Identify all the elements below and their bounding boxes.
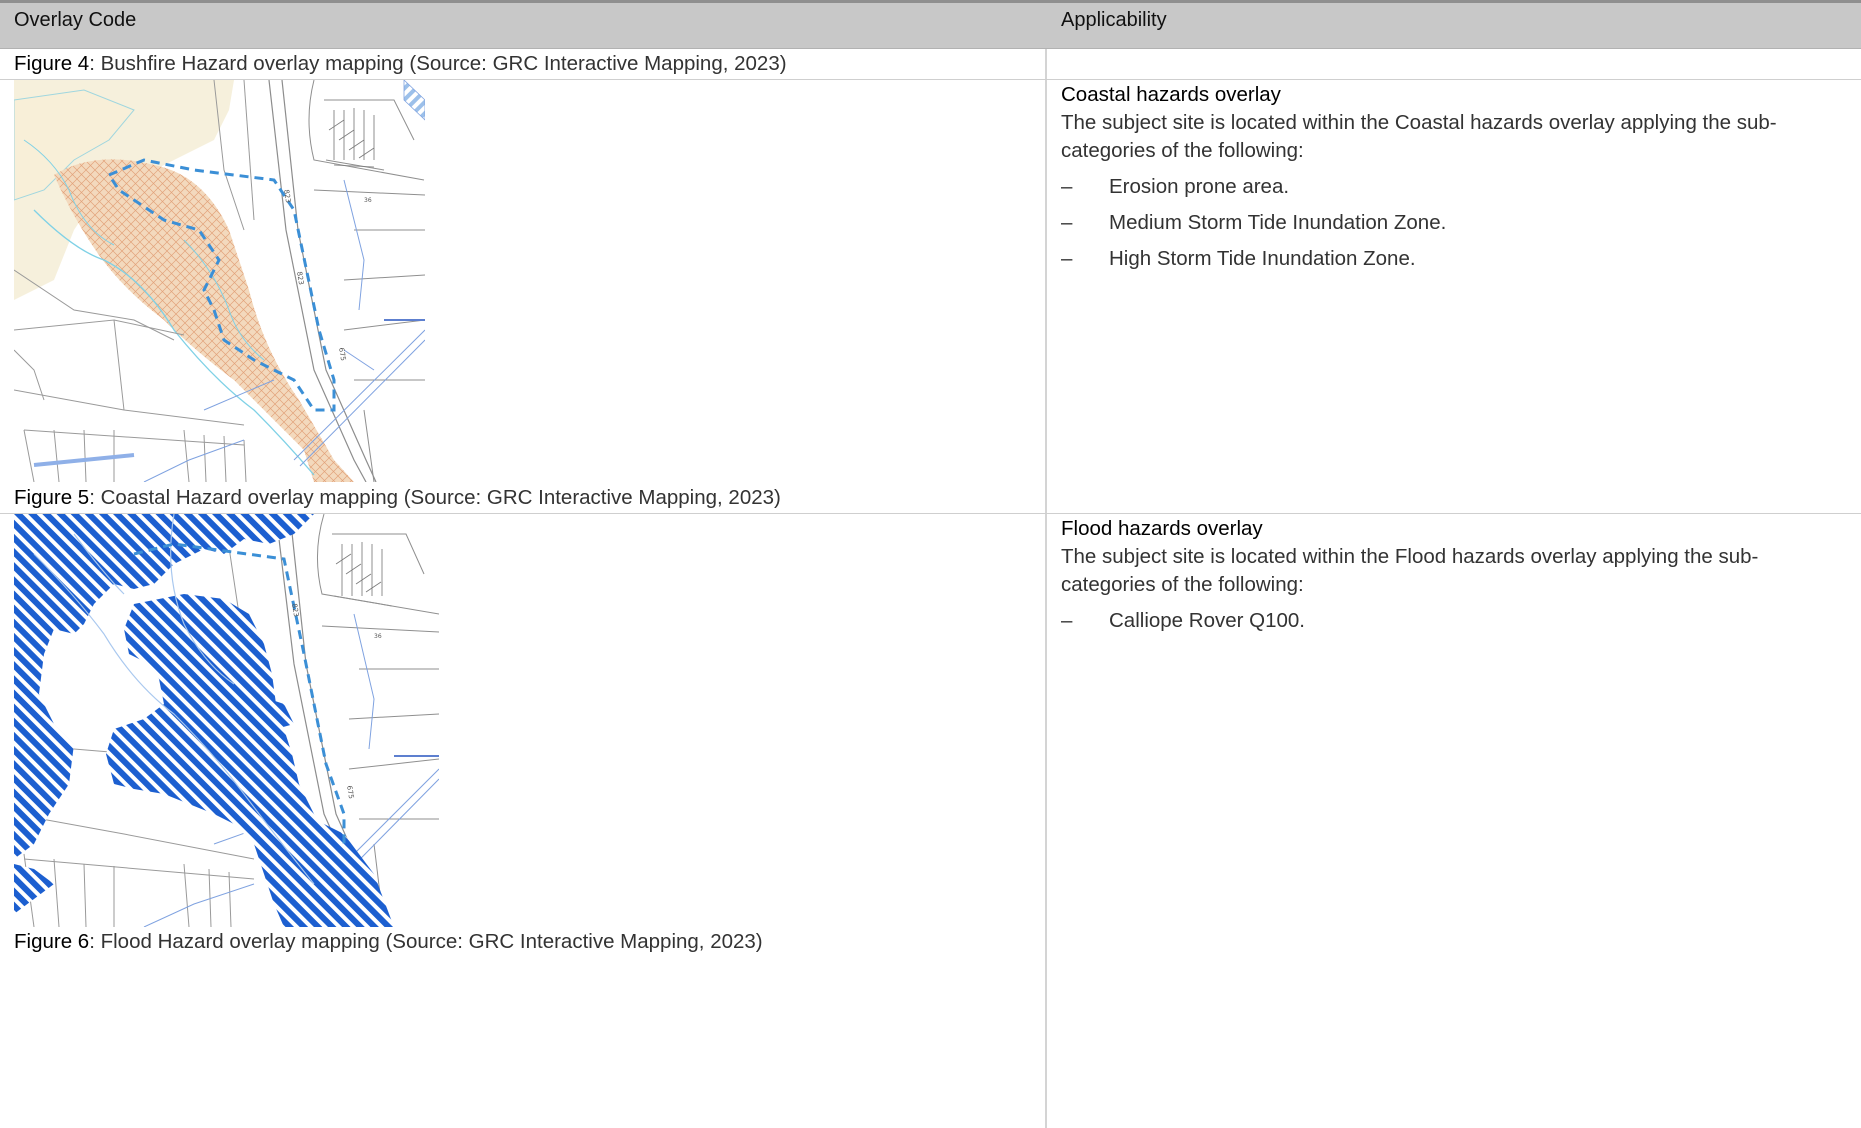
flood-hazard-map: 823 675 36: [14, 514, 439, 927]
figure-5-caption: Figure 5: Coastal Hazard overlay mapping…: [14, 486, 781, 509]
column-divider: [1045, 49, 1047, 1128]
coastal-item: – Erosion prone area.: [1061, 175, 1290, 198]
flood-item: – Calliope Rover Q100.: [1061, 609, 1305, 632]
header-overlay-code: Overlay Code: [14, 9, 137, 31]
coastal-hazard-map: 823 823 675 36: [14, 80, 425, 482]
figure-4-caption: Figure 4: Bushfire Hazard overlay mappin…: [14, 52, 787, 75]
flood-heading: Flood hazards overlay: [1061, 517, 1263, 540]
figure-6-caption: Figure 6: Flood Hazard overlay mapping (…: [14, 930, 763, 953]
coastal-heading: Coastal hazards overlay: [1061, 83, 1281, 106]
table-header: Overlay Code Applicability: [0, 3, 1861, 49]
header-applicability: Applicability: [1061, 9, 1167, 31]
coastal-text: The subject site is located within the C…: [1061, 111, 1777, 162]
map-lot-label: 36: [374, 633, 382, 640]
flood-text: The subject site is located within the F…: [1061, 545, 1759, 596]
coastal-item: – High Storm Tide Inundation Zone.: [1061, 247, 1416, 270]
coastal-item: – Medium Storm Tide Inundation Zone.: [1061, 211, 1447, 234]
map-lot-label: 36: [364, 197, 372, 204]
